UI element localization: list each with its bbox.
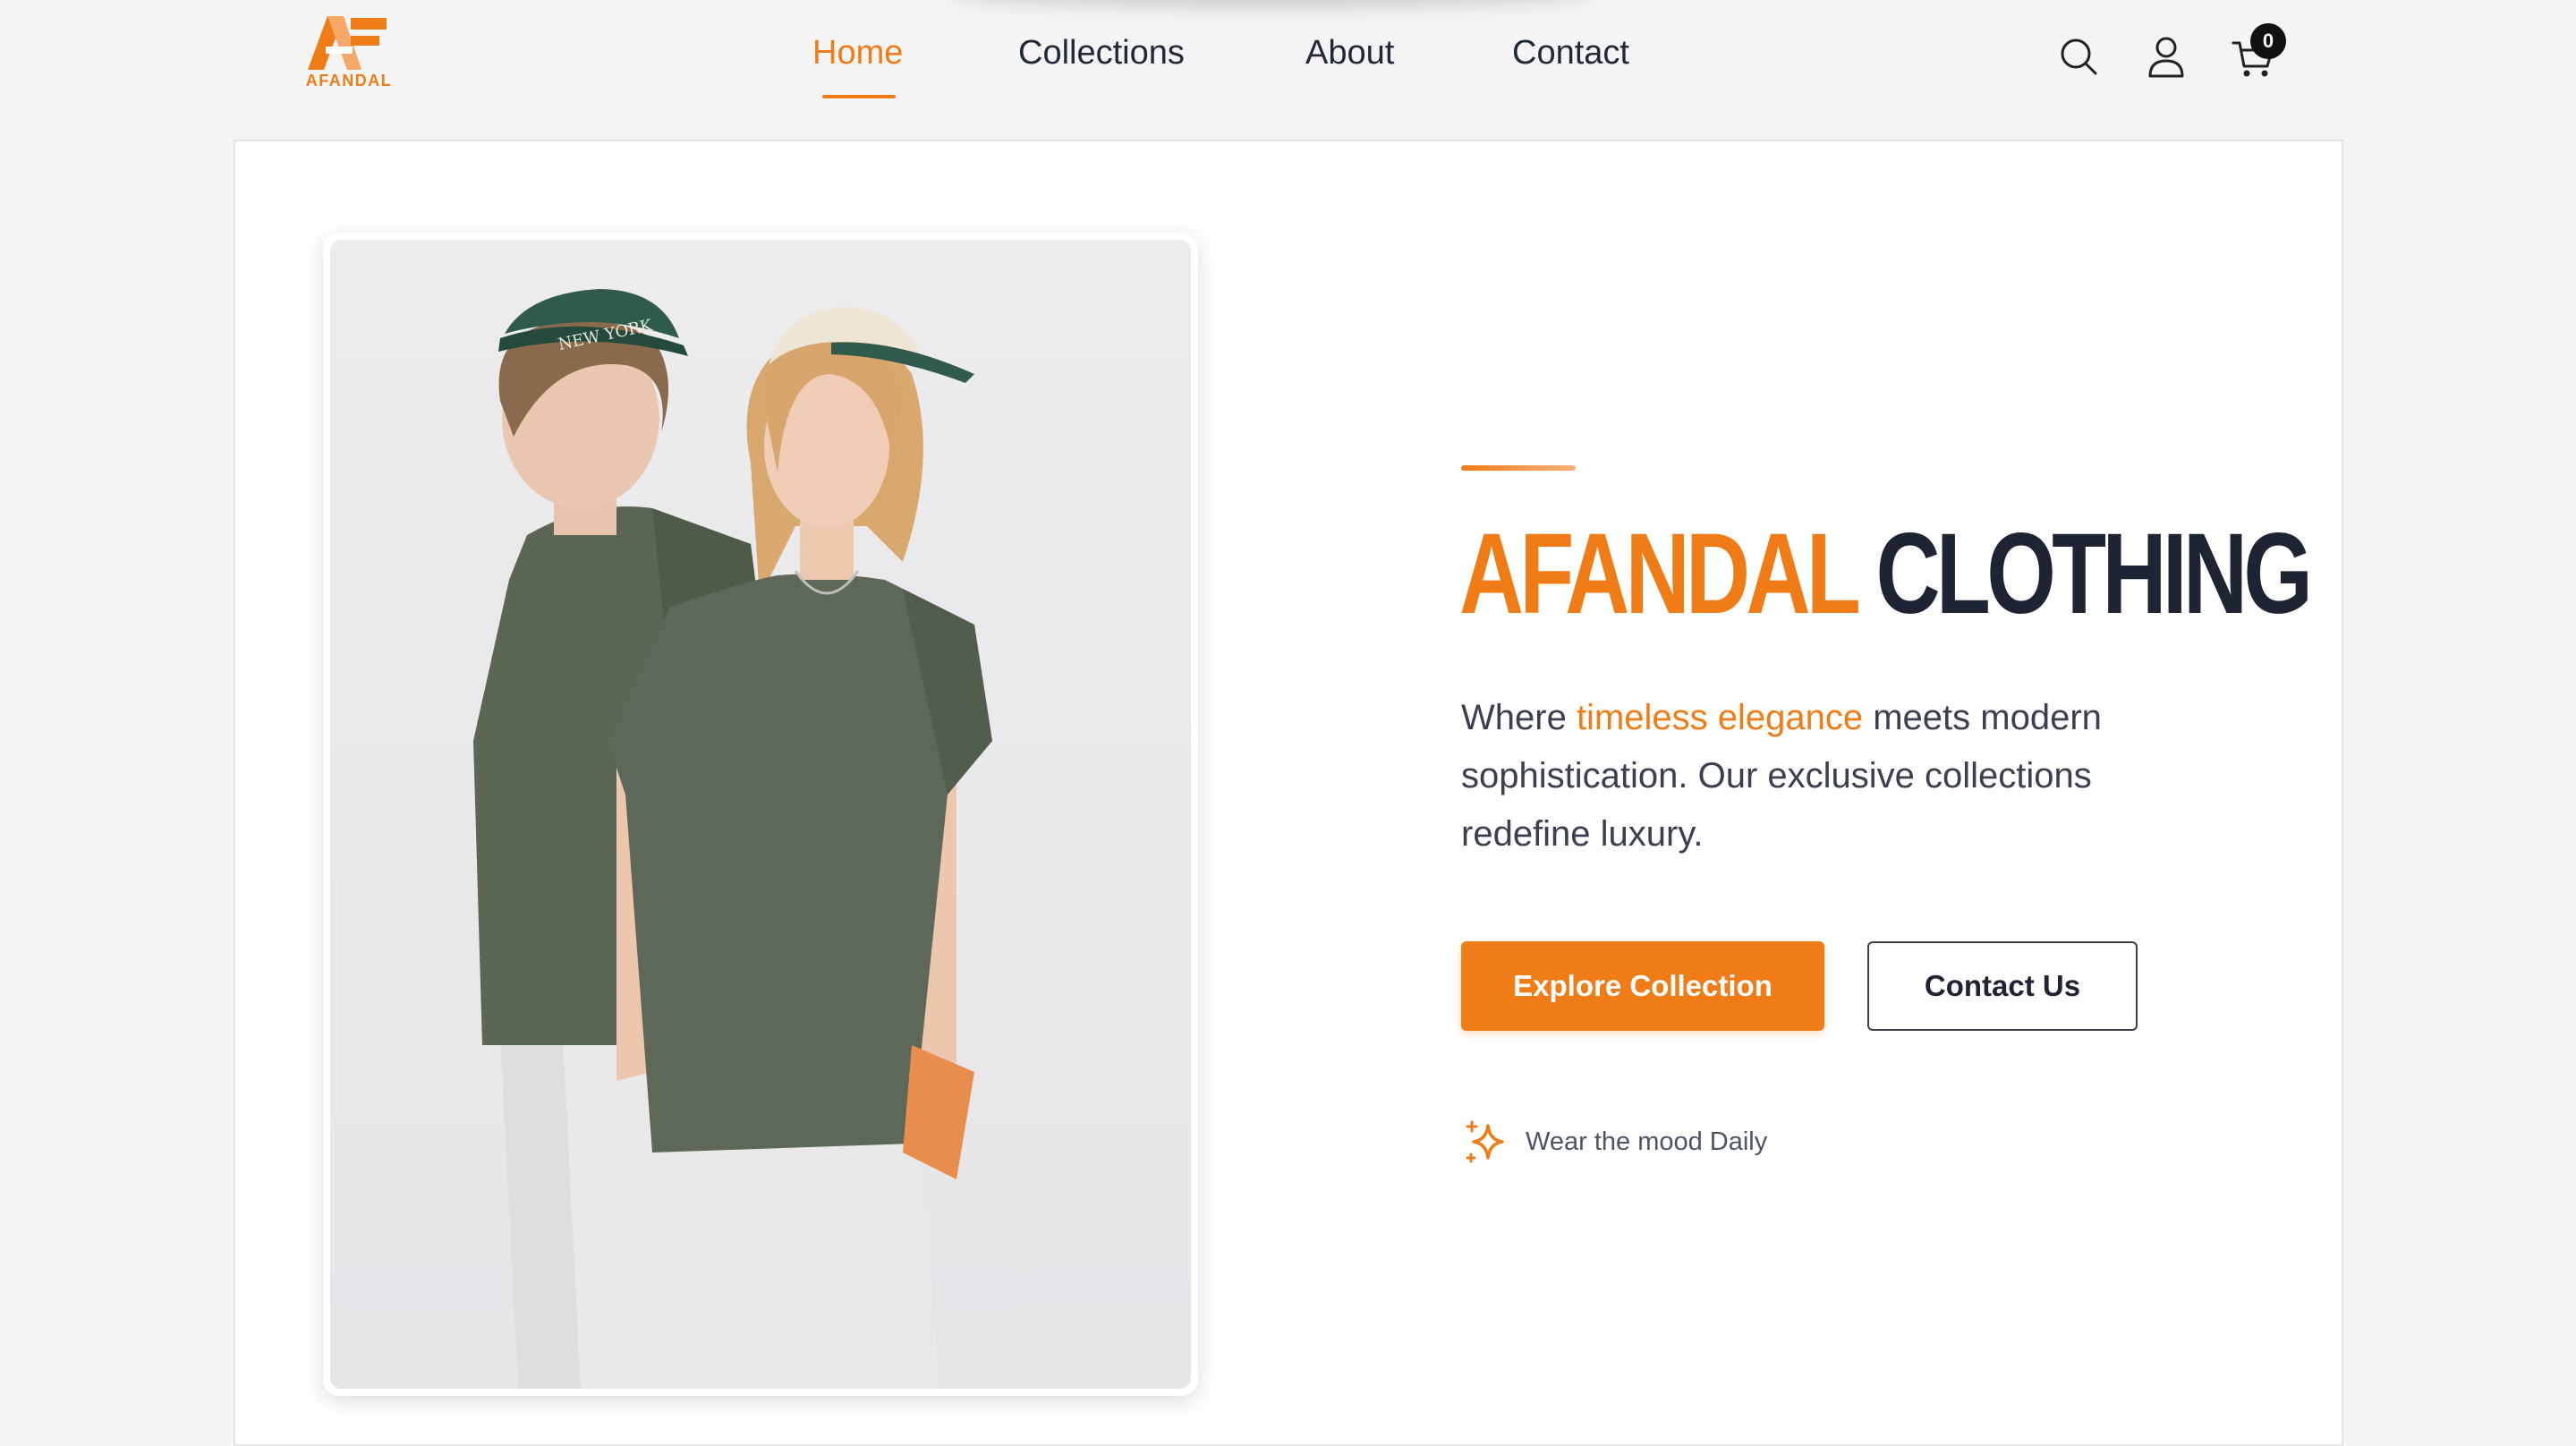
nav-active-underline bbox=[822, 95, 896, 98]
nav-about[interactable]: About bbox=[1305, 34, 1394, 72]
tagline-text: Wear the mood Daily bbox=[1526, 1127, 1768, 1156]
contact-us-button[interactable]: Contact Us bbox=[1867, 941, 2138, 1031]
nav-collections[interactable]: Collections bbox=[1018, 34, 1185, 72]
hero-image-frame: NEW YORK bbox=[323, 233, 1198, 1396]
hero-description: Where timeless elegance meets modern sop… bbox=[1461, 689, 2204, 863]
main-nav: Home Collections About Contact bbox=[0, 34, 2576, 88]
site-header: AFANDAL Home Collections About Contact 0 bbox=[0, 0, 2576, 125]
hero-title-word: CLOTHING bbox=[1875, 510, 2313, 638]
desc-highlight: timeless elegance bbox=[1576, 698, 1864, 737]
accent-bar bbox=[1461, 465, 1576, 471]
hero-title-brand: AFANDAL bbox=[1459, 510, 1859, 638]
nav-contact[interactable]: Contact bbox=[1512, 34, 1629, 72]
models-illustration: NEW YORK bbox=[473, 289, 992, 1389]
nav-home[interactable]: Home bbox=[812, 34, 903, 72]
hero-image: NEW YORK bbox=[330, 240, 1191, 1389]
cart-count-badge: 0 bbox=[2250, 23, 2286, 59]
user-icon[interactable] bbox=[2146, 36, 2187, 83]
explore-collection-button[interactable]: Explore Collection bbox=[1461, 941, 1824, 1031]
hero-title: AFANDAL CLOTHING bbox=[1459, 517, 2313, 632]
sparkle-icon bbox=[1466, 1120, 1504, 1163]
hero-section: NEW YORK AFANDAL CLOTHING Where timeless… bbox=[234, 140, 2343, 1446]
search-icon[interactable] bbox=[2058, 36, 2099, 81]
desc-before: Where bbox=[1461, 698, 1577, 737]
